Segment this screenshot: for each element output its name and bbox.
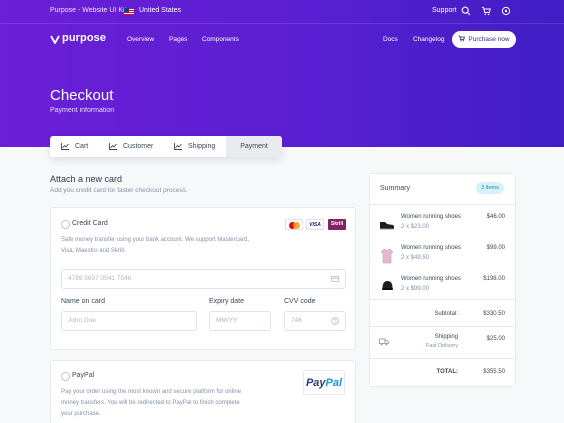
name-placeholder: John Doe xyxy=(68,317,96,324)
total-label: TOTAL: xyxy=(436,369,458,375)
help-icon[interactable]: ? xyxy=(331,317,339,325)
brand-text: Purpose - Website UI Kit xyxy=(50,7,127,14)
total-value: $355.50 xyxy=(483,369,505,375)
credit-card-description: Safe money transfer using your bank acco… xyxy=(61,235,271,257)
step-label: Customer xyxy=(123,143,154,150)
shipping-value: $25.00 xyxy=(486,336,505,342)
page-subtitle: Payment information xyxy=(50,107,115,114)
country-selector[interactable]: United States xyxy=(139,7,181,14)
purchase-button[interactable]: Purchase now xyxy=(452,31,516,48)
top-bar: Purpose - Website UI Kit United States S… xyxy=(0,0,564,24)
step-customer[interactable]: Customer xyxy=(102,136,166,157)
logo-text: purpose xyxy=(62,32,107,44)
chart-icon xyxy=(174,143,182,150)
card-number-input[interactable]: 4789 5697 0541 7546 xyxy=(61,269,346,289)
product-qty: 2 x $23.00 xyxy=(401,224,430,230)
cart-icon xyxy=(459,35,466,42)
nav-components[interactable]: Components xyxy=(202,36,239,43)
summary-title: Summary xyxy=(380,185,410,192)
user-icon[interactable] xyxy=(501,6,511,16)
subtotal-value: $330.50 xyxy=(483,311,505,317)
product-price: $198.00 xyxy=(483,276,505,282)
step-label: Cart xyxy=(75,143,89,150)
paypal-title: PayPal xyxy=(72,372,95,379)
product-qty: 2 x $99.00 xyxy=(401,286,430,292)
expiry-label: Expiry date xyxy=(209,298,245,305)
visa-icon: VISA xyxy=(306,219,324,230)
product-name: Women running shoes xyxy=(401,245,461,251)
shoe-icon xyxy=(380,222,395,230)
items-count-badge: 3 items xyxy=(476,182,504,194)
paypal-logo-part2: Pal xyxy=(325,377,343,389)
nav-changelog[interactable]: Changelog xyxy=(413,36,444,43)
nav-docs[interactable]: Docs xyxy=(383,36,398,43)
shipping-method: Fast Delivery xyxy=(425,343,458,349)
cvv-input[interactable]: 746 ? xyxy=(284,311,346,331)
order-summary: Summary 3 items Women running shoes 2 x … xyxy=(369,173,516,387)
card-number-placeholder: 4789 5697 0541 7546 xyxy=(68,275,132,282)
truck-icon xyxy=(379,338,389,346)
credit-card-radio[interactable] xyxy=(61,220,70,229)
step-payment[interactable]: Payment xyxy=(226,136,282,157)
name-on-card-label: Name on card xyxy=(61,298,105,305)
expiry-input[interactable]: MM/YY xyxy=(209,311,271,331)
step-shipping[interactable]: Shipping xyxy=(166,136,226,157)
desc-line: money transfers. You will be redirected … xyxy=(61,400,240,406)
product-price: $46.00 xyxy=(486,214,505,220)
subtotal-label: Subtotal: xyxy=(434,311,458,317)
us-flag-icon[interactable] xyxy=(124,8,134,15)
skrill-icon: Skrill xyxy=(328,219,346,230)
divider xyxy=(370,299,515,300)
main-navbar: purpose Overview Pages Components Docs C… xyxy=(0,24,564,56)
cvv-label: CVV code xyxy=(284,298,316,305)
section-title: Attach a new card xyxy=(50,174,123,184)
desc-line: your purchase. xyxy=(61,411,101,417)
desc-line: Safe money transfer using your bank acco… xyxy=(61,237,249,243)
expiry-placeholder: MM/YY xyxy=(216,317,238,324)
name-on-card-input[interactable]: John Doe xyxy=(61,311,197,331)
nav-overview[interactable]: Overview xyxy=(127,36,154,43)
product-name: Women running shoes xyxy=(401,214,461,220)
step-cart[interactable]: Cart xyxy=(50,136,102,157)
step-label: Payment xyxy=(240,143,268,150)
purchase-label: Purchase now xyxy=(468,36,510,43)
chart-icon xyxy=(61,143,69,150)
page-title: Checkout xyxy=(50,87,114,104)
section-subtitle: Add you credit card for faster checkout … xyxy=(50,187,188,194)
chart-icon xyxy=(109,143,117,150)
checkout-steps: Cart Customer Shipping Payment xyxy=(50,136,282,157)
step-label: Shipping xyxy=(188,143,216,150)
product-price: $99.00 xyxy=(486,245,505,251)
support-link[interactable]: Support xyxy=(432,7,457,14)
divider xyxy=(370,358,515,359)
mastercard-icon xyxy=(285,219,303,230)
svg-text:?: ? xyxy=(334,319,337,325)
cart-icon[interactable] xyxy=(481,6,491,16)
desc-line: Pay your order using the most known and … xyxy=(61,389,242,395)
paypal-logo-part1: Pay xyxy=(305,377,326,389)
cvv-placeholder: 746 xyxy=(291,317,302,324)
nav-pages[interactable]: Pages xyxy=(169,36,187,43)
paypal-logo: PayPal xyxy=(303,370,345,395)
cap-icon xyxy=(382,281,393,290)
summary-header: Summary 3 items xyxy=(370,174,515,205)
shirt-icon xyxy=(380,248,394,264)
search-icon[interactable] xyxy=(461,6,471,16)
shipping-label: Shipping xyxy=(434,334,458,340)
product-qty: 2 x $49.50 xyxy=(401,255,430,261)
credit-card-title: Credit Card xyxy=(72,220,108,227)
logo-mark-icon xyxy=(50,35,60,44)
credit-card-icon xyxy=(331,276,339,282)
product-name: Women running shoes xyxy=(401,276,461,282)
divider xyxy=(370,326,515,327)
paypal-description: Pay your order using the most known and … xyxy=(61,387,276,420)
desc-line: Visa, Maestro and Skrill. xyxy=(61,248,126,254)
paypal-radio[interactable] xyxy=(61,372,70,381)
